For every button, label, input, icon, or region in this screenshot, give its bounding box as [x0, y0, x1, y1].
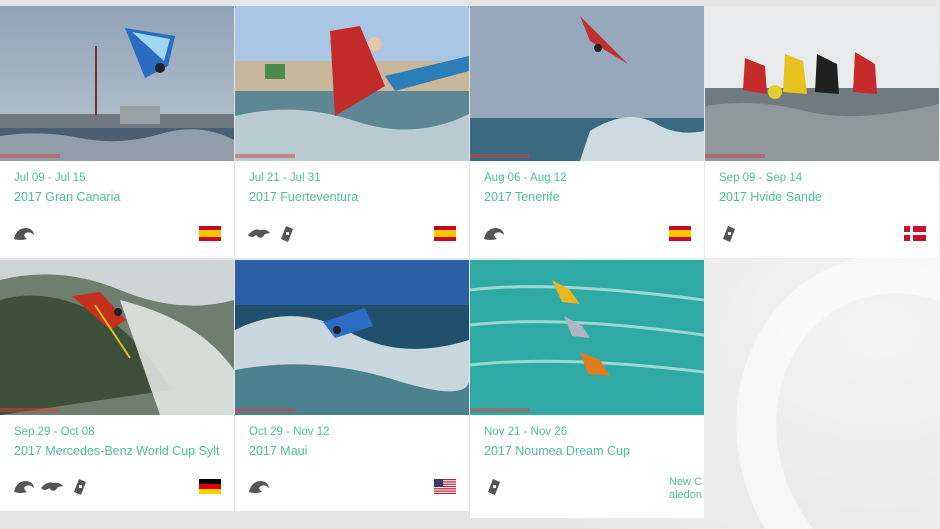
event-photo[interactable]	[470, 260, 704, 415]
event-photo[interactable]	[235, 260, 469, 415]
event-card[interactable]: Aug 06 - Aug 12 2017 Tenerife	[470, 6, 704, 258]
event-title[interactable]: 2017 Hvide Sande	[719, 190, 822, 204]
discipline-icons	[12, 478, 92, 496]
event-date: Aug 06 - Aug 12	[484, 172, 567, 184]
event-title[interactable]: 2017 Noumea Dream Cup	[484, 444, 630, 458]
event-title[interactable]: 2017 Fuerteventura	[249, 190, 358, 204]
flag-usa-icon	[434, 479, 456, 494]
event-title[interactable]: 2017 Mercedes-Benz World Cup Sylt	[14, 444, 219, 458]
event-photo[interactable]	[705, 6, 939, 161]
discipline-icons	[482, 225, 506, 243]
event-date: Oct 29 - Nov 12	[249, 426, 330, 438]
slalom-icon	[482, 478, 506, 496]
event-date: Jul 21 - Jul 31	[249, 172, 321, 184]
event-date: Nov 21 - Nov 26	[484, 426, 568, 438]
flag-denmark-icon	[904, 226, 926, 241]
event-card[interactable]: Jul 09 - Jul 15 2017 Gran Canaria	[0, 6, 234, 258]
freestyle-icon	[247, 225, 271, 243]
event-photo[interactable]	[0, 6, 234, 161]
flag-spain-icon	[669, 226, 691, 241]
event-card[interactable]: Jul 21 - Jul 31 2017 Fuerteventura	[235, 6, 469, 258]
event-title[interactable]: 2017 Maui	[249, 444, 307, 458]
discipline-icons	[247, 225, 299, 243]
freestyle-icon	[40, 478, 64, 496]
event-title[interactable]: 2017 Gran Canaria	[14, 190, 120, 204]
event-date: Sep 09 - Sep 14	[719, 172, 803, 184]
slalom-icon	[68, 478, 92, 496]
discipline-icons	[247, 478, 271, 496]
event-photo[interactable]	[0, 260, 234, 415]
event-card[interactable]: Nov 21 - Nov 26 2017 Noumea Dream Cup Ne…	[470, 260, 704, 518]
event-date: Sep 29 - Oct 08	[14, 426, 95, 438]
wave-icon	[12, 225, 36, 243]
wave-icon	[12, 478, 36, 496]
event-photo[interactable]	[470, 6, 704, 161]
wave-icon	[482, 225, 506, 243]
slalom-icon	[275, 225, 299, 243]
wave-icon	[247, 478, 271, 496]
event-date: Jul 09 - Jul 15	[14, 172, 86, 184]
event-card[interactable]: Oct 29 - Nov 12 2017 Maui	[235, 260, 469, 511]
event-grid: Jul 09 - Jul 15 2017 Gran Canaria Jul 21…	[0, 0, 940, 529]
country-name: New Caledon	[669, 476, 703, 501]
flag-spain-icon	[199, 226, 221, 241]
event-card[interactable]: Sep 29 - Oct 08 2017 Mercedes-Benz World…	[0, 260, 234, 511]
discipline-icons	[717, 225, 741, 243]
discipline-icons	[12, 225, 36, 243]
discipline-icons	[482, 478, 506, 496]
flag-spain-icon	[434, 226, 456, 241]
event-photo[interactable]	[235, 6, 469, 161]
event-title[interactable]: 2017 Tenerife	[484, 190, 560, 204]
flag-germany-icon	[199, 479, 221, 494]
event-card[interactable]: Sep 09 - Sep 14 2017 Hvide Sande	[705, 6, 939, 258]
slalom-icon	[717, 225, 741, 243]
